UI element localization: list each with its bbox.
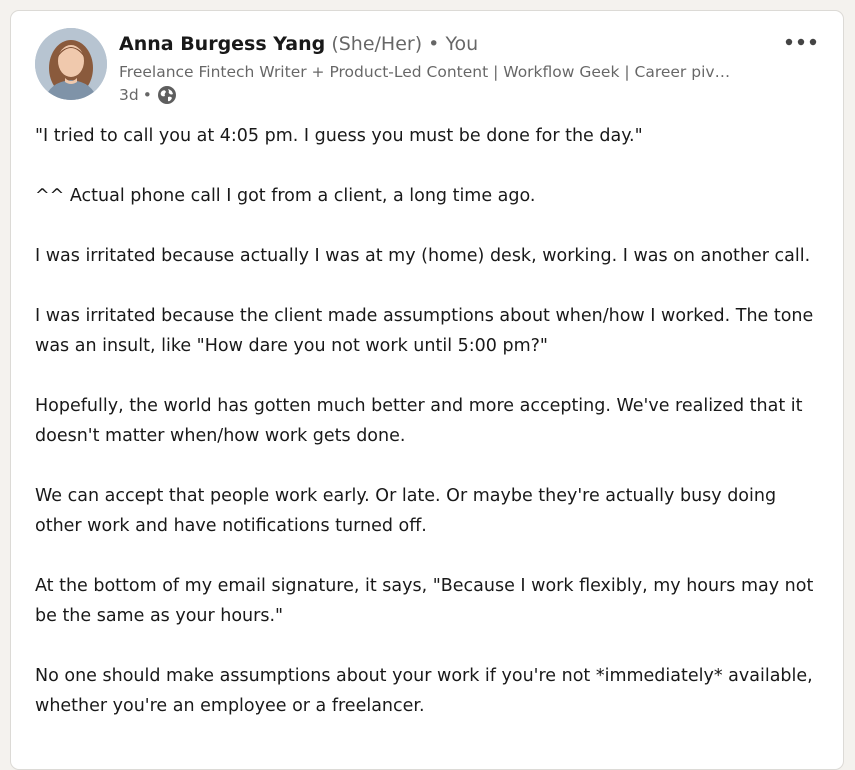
author-avatar[interactable]: [35, 28, 107, 100]
post-timestamp[interactable]: 3d: [119, 84, 139, 106]
post-paragraph-1: "I tried to call you at 4:05 pm. I guess…: [35, 126, 643, 146]
post-paragraph-3: I was irritated because actually I was a…: [35, 246, 811, 266]
feed-post-card: Anna Burgess Yang (She/Her) • You Freela…: [10, 10, 844, 770]
post-paragraph-8: No one should make assumptions about you…: [35, 666, 813, 716]
author-relation-label: You: [445, 33, 479, 55]
post-overflow-menu[interactable]: [781, 31, 821, 53]
author-name-line: Anna Burgess Yang (She/Her) • You: [119, 32, 478, 56]
globe-icon: [157, 85, 177, 105]
avatar-photo: [35, 28, 107, 100]
post-paragraph-5: Hopefully, the world has gotten much bet…: [35, 396, 803, 446]
post-paragraph-7: At the bottom of my email signature, it …: [35, 576, 814, 626]
more-horizontal-icon: [785, 38, 817, 46]
meta-separator: •: [142, 86, 152, 104]
post-paragraph-4: I was irritated because the client made …: [35, 306, 814, 356]
name-separator: •: [428, 33, 440, 55]
post-paragraph-2: ^^ Actual phone call I got from a client…: [35, 186, 536, 206]
post-paragraph-6: We can accept that people work early. Or…: [35, 486, 777, 536]
post-meta: 3d •: [119, 84, 177, 106]
author-pronouns: (She/Her): [331, 33, 423, 55]
post-body: "I tried to call you at 4:05 pm. I guess…: [35, 121, 825, 751]
author-name[interactable]: Anna Burgess Yang: [119, 33, 325, 55]
author-headline: Freelance Fintech Writer + Product-Led C…: [119, 63, 739, 81]
